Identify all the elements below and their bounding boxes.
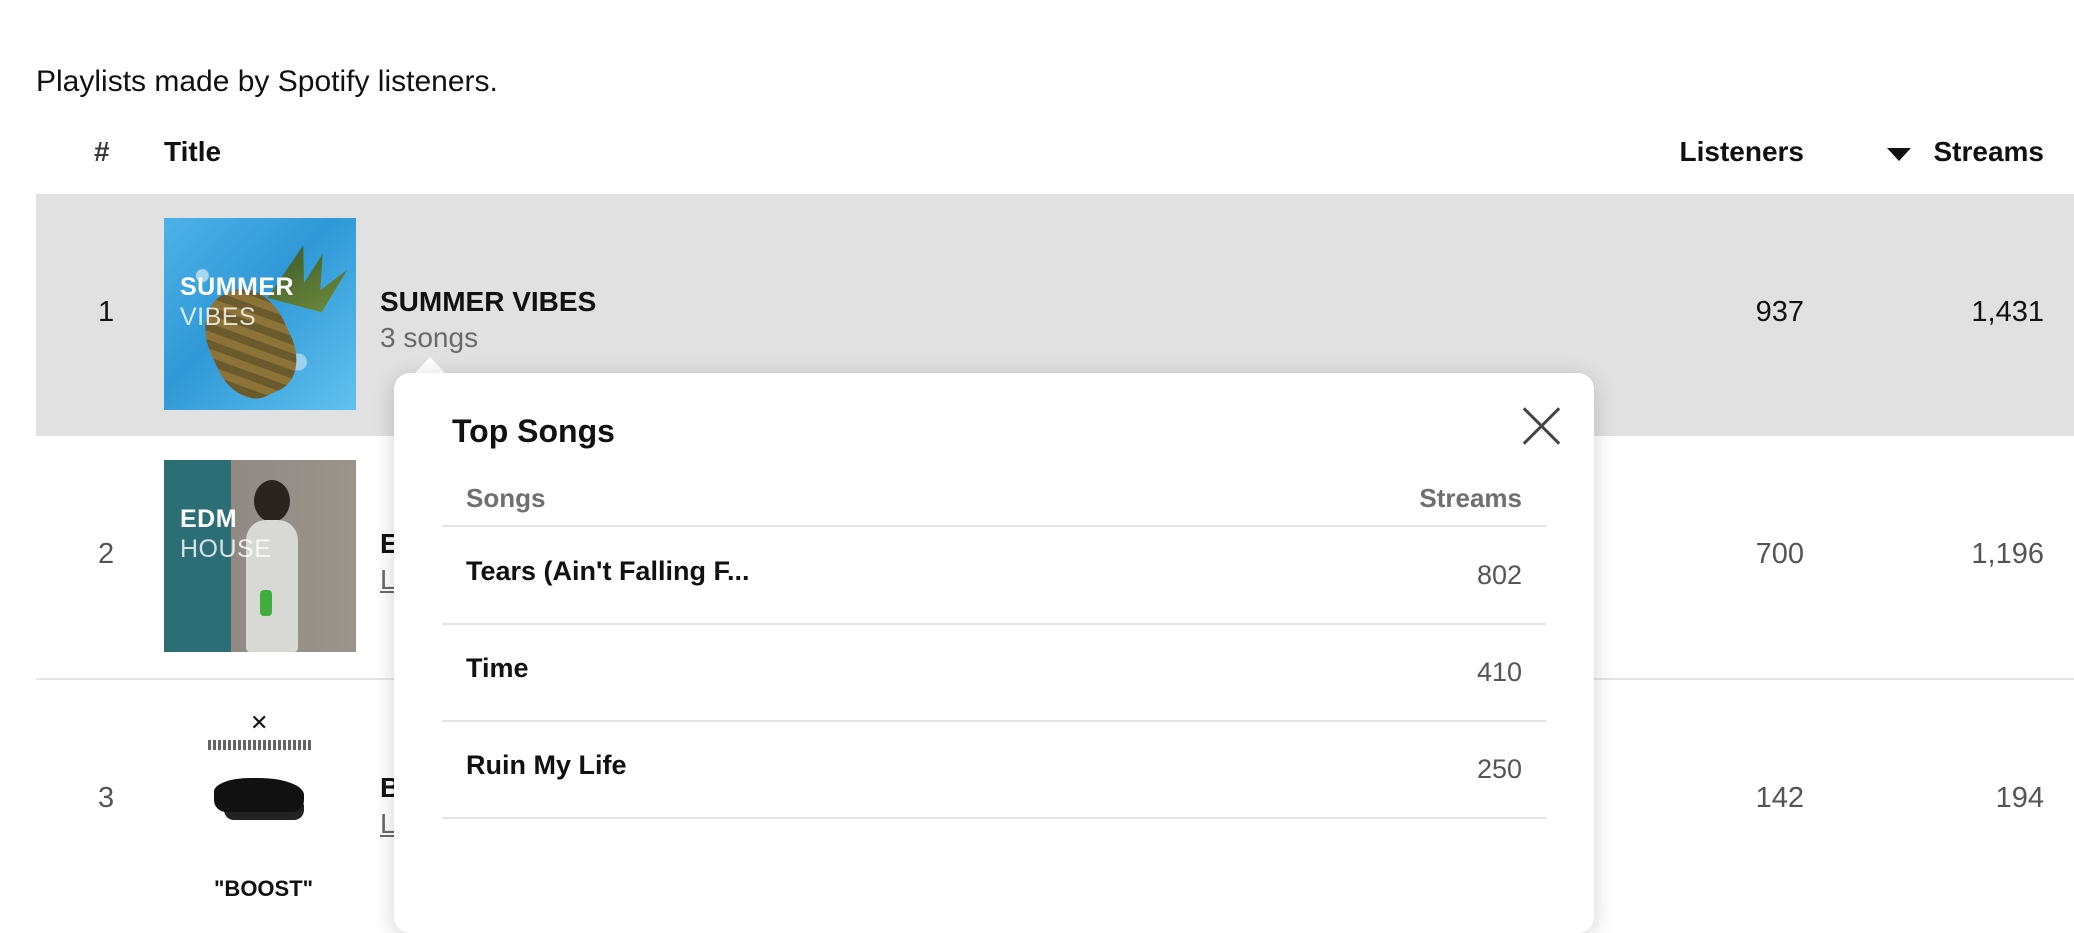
column-header-listeners[interactable]: Listeners (1680, 132, 1805, 172)
sort-descending-icon[interactable] (1887, 147, 1912, 161)
row-rank: 1 (98, 296, 115, 328)
song-streams: 410 (1476, 657, 1522, 687)
cover-title-line-1: SUMMER (180, 273, 295, 301)
song-name: Ruin My Life (466, 750, 627, 780)
column-header-songs: Songs (466, 483, 546, 513)
cover-photo-figure (236, 480, 306, 652)
song-name: Time (466, 653, 529, 683)
song-name: Tears (Ain't Falling F... (466, 556, 750, 586)
column-header-number: # (94, 136, 110, 167)
song-streams: 802 (1476, 560, 1522, 590)
column-header-streams-label: Streams (1933, 136, 2044, 167)
column-header-streams[interactable]: Streams (1887, 132, 2044, 172)
row-streams: 1,431 (1971, 296, 2044, 328)
row-streams: 1,196 (1971, 538, 2044, 570)
popover-caret (414, 357, 446, 374)
playlist-song-count[interactable]: 3 songs (380, 320, 478, 356)
playlist-title[interactable]: SUMMER VIBES (380, 284, 596, 320)
row-streams: 194 (1995, 782, 2044, 814)
cover-accent (260, 590, 272, 616)
column-header-song-streams: Streams (1419, 483, 1522, 513)
row-listeners: 700 (1755, 538, 1804, 570)
row-rank: 2 (98, 538, 115, 570)
playlist-cover[interactable]: ✕ "BOOST" (164, 704, 356, 896)
cover-title-line-1: EDM (180, 505, 238, 533)
playlist-cover[interactable]: SUMMER VIBES (164, 218, 356, 410)
cover-fine-print (208, 740, 312, 750)
row-rank: 3 (98, 782, 115, 814)
song-row[interactable]: Ruin My Life 250 (442, 721, 1546, 819)
popover-title: Top Songs (452, 413, 615, 449)
row-listeners: 937 (1755, 296, 1804, 328)
page-intro: Playlists made by Spotify listeners. (36, 65, 498, 98)
cover-x-mark: ✕ (250, 710, 269, 735)
cover-title-line-2: VIBES (180, 303, 257, 331)
top-songs-popover: Top Songs Songs Streams Tears (Ain't Fal… (394, 373, 1594, 933)
cover-title-line-2: HOUSE (180, 535, 272, 563)
close-icon[interactable] (1520, 403, 1564, 447)
sneaker-graphic (214, 778, 304, 812)
songs-table-header: Songs Streams (442, 473, 1546, 527)
song-streams: 250 (1476, 754, 1522, 784)
cover-title-line-1: "BOOST" (214, 876, 314, 896)
column-header-title[interactable]: Title (164, 132, 221, 172)
song-row[interactable]: Tears (Ain't Falling F... 802 (442, 527, 1546, 625)
song-row[interactable]: Time 410 (442, 624, 1546, 722)
table-header: # Title Listeners Streams (36, 130, 2074, 194)
playlist-cover[interactable]: EDM HOUSE (164, 460, 356, 652)
row-listeners: 142 (1755, 782, 1804, 814)
